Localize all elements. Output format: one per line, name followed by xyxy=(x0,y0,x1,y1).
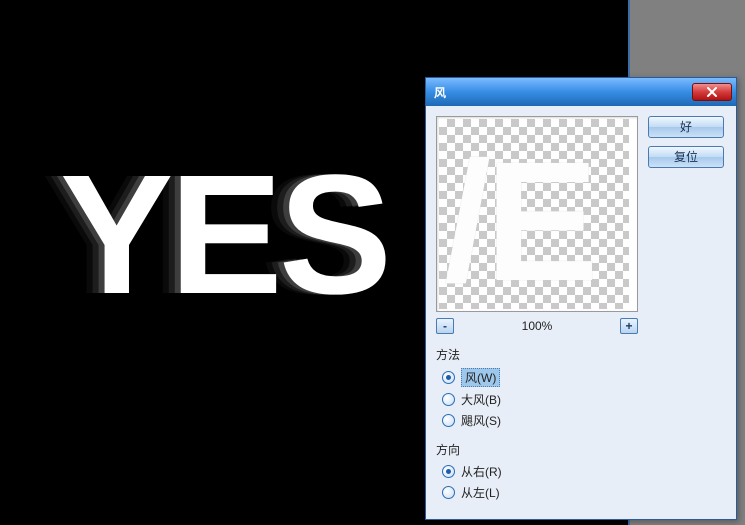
zoom-in-button[interactable]: + xyxy=(620,318,638,334)
right-column: 好 复位 xyxy=(648,116,726,505)
radio-method-wind[interactable]: 风(W) xyxy=(442,368,638,387)
preview-frame: /E xyxy=(436,116,638,312)
radio-icon xyxy=(442,414,455,427)
direction-group: 方向 从右(R) 从左(L) xyxy=(436,441,638,501)
zoom-value: 100% xyxy=(454,319,620,333)
radio-label: 大风(B) xyxy=(461,391,501,408)
titlebar[interactable]: 风 xyxy=(426,78,736,106)
radio-label: 从右(R) xyxy=(461,463,502,480)
close-icon xyxy=(706,87,718,97)
canvas-text: YES xyxy=(60,150,388,320)
zoom-controls: - 100% + xyxy=(436,318,638,334)
radio-icon xyxy=(442,486,455,499)
radio-label: 飓风(S) xyxy=(461,412,501,429)
preview-text: /E xyxy=(444,137,593,307)
radio-label: 从左(L) xyxy=(461,484,500,501)
radio-direction-from-left[interactable]: 从左(L) xyxy=(442,484,638,501)
radio-icon xyxy=(442,371,455,384)
radio-method-stagger[interactable]: 飓风(S) xyxy=(442,412,638,429)
dialog-title: 风 xyxy=(434,84,692,101)
radio-direction-from-right[interactable]: 从右(R) xyxy=(442,463,638,480)
wind-filter-dialog: 风 /E - 100% + 方法 风(W) xyxy=(425,77,737,520)
radio-method-blast[interactable]: 大风(B) xyxy=(442,391,638,408)
zoom-out-button[interactable]: - xyxy=(436,318,454,334)
radio-label: 风(W) xyxy=(461,368,500,387)
ok-button[interactable]: 好 xyxy=(648,116,724,138)
method-group-title: 方法 xyxy=(436,346,638,363)
method-group: 方法 风(W) 大风(B) 飓风(S) xyxy=(436,346,638,429)
filter-preview[interactable]: /E xyxy=(439,119,629,309)
dialog-body: /E - 100% + 方法 风(W) 大风(B) xyxy=(426,106,736,519)
direction-group-title: 方向 xyxy=(436,441,638,458)
reset-button[interactable]: 复位 xyxy=(648,146,724,168)
radio-icon xyxy=(442,465,455,478)
left-column: /E - 100% + 方法 风(W) 大风(B) xyxy=(436,116,638,505)
close-button[interactable] xyxy=(692,83,732,101)
radio-icon xyxy=(442,393,455,406)
